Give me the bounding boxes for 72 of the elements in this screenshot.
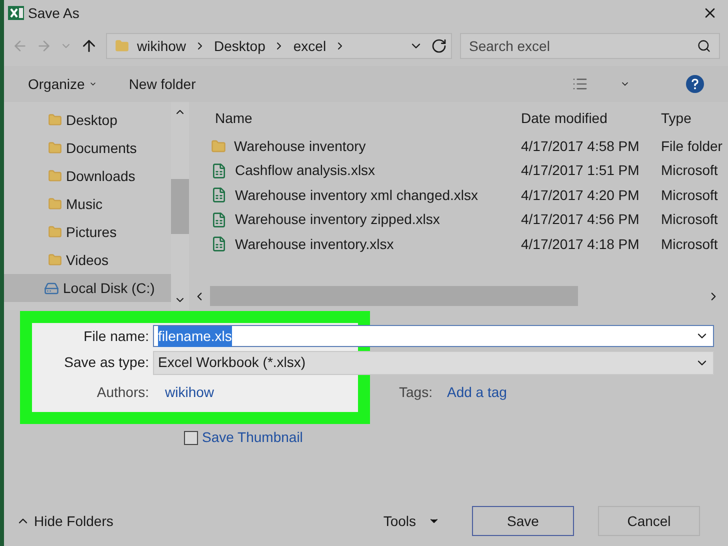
sidebar-item[interactable]: Documents — [4, 134, 171, 162]
file-type: Microsoft — [661, 186, 718, 205]
column-header[interactable]: Name — [215, 108, 521, 128]
selected-text: filename.xls — [158, 326, 232, 346]
scroll-thumb[interactable] — [171, 178, 189, 234]
checkbox[interactable] — [184, 430, 198, 444]
drive-icon — [44, 280, 59, 296]
file-type: Microsoft — [661, 234, 718, 254]
file-date: 4/17/2017 4:18 PM — [521, 234, 640, 254]
new-folder-button[interactable]: New folder — [128, 74, 196, 94]
file-date: 4/17/2017 1:51 PM — [521, 161, 640, 180]
sidebar-item[interactable]: Pictures — [4, 218, 171, 246]
field-label: Authors: — [96, 382, 149, 402]
field-label: File name: — [82, 326, 149, 346]
save-thumbnail-checkbox[interactable]: Save Thumbnail — [184, 427, 303, 448]
folder-icon — [48, 225, 62, 239]
file-type: Microsoft — [661, 210, 718, 230]
save-button[interactable]: Save — [472, 506, 574, 536]
refresh-icon[interactable] — [431, 38, 447, 54]
spreadsheet-icon — [211, 212, 227, 228]
breadcrumb-item[interactable]: wikihow — [137, 36, 186, 56]
search-icon[interactable] — [697, 39, 711, 53]
spreadsheet-icon — [211, 187, 227, 204]
file-date: 4/17/2017 4:56 PM — [521, 210, 640, 230]
folder-icon — [48, 113, 62, 127]
save-type-dropdown[interactable]: Excel Workbook (*.xlsx) — [153, 350, 714, 374]
file-name[interactable]: Warehouse inventory zipped.xlsx — [235, 209, 440, 230]
spreadsheet-icon — [211, 162, 227, 179]
column-header[interactable]: Type — [661, 108, 692, 128]
file-date: 4/17/2017 4:20 PM — [521, 186, 640, 205]
add-tag-link[interactable]: Add a tag — [447, 382, 507, 402]
sidebar-item[interactable]: Videos — [4, 246, 171, 274]
cancel-button[interactable]: Cancel — [598, 506, 700, 536]
field-label: Tags: — [399, 382, 434, 402]
file-date: 4/17/2017 4:58 PM — [521, 136, 640, 156]
authors-link[interactable]: wikihow — [165, 382, 395, 402]
help-icon[interactable] — [686, 75, 704, 93]
file-name[interactable]: Cashflow analysis.xlsx — [235, 160, 376, 182]
sidebar-item[interactable]: Music — [4, 190, 171, 218]
address-bar[interactable]: wikihow Desktop excel — [106, 33, 452, 59]
search-field[interactable]: Search excel — [460, 33, 720, 59]
window-title: Save As — [28, 4, 80, 22]
file-type: Microsoft — [661, 161, 718, 180]
tools-button[interactable]: Tools — [383, 510, 440, 532]
spreadsheet-icon — [211, 236, 227, 252]
caret-icon — [88, 80, 97, 88]
folder-icon — [211, 138, 226, 154]
folder-icon — [48, 253, 62, 267]
file-name[interactable]: Warehouse inventory — [234, 136, 366, 157]
folder-icon — [48, 141, 62, 155]
sidebar-item[interactable]: Downloads — [4, 162, 171, 190]
breadcrumb-item[interactable]: Desktop — [214, 36, 266, 56]
folder-icon — [115, 39, 129, 53]
organize-button[interactable]: Organize — [28, 74, 97, 94]
view-list-icon[interactable] — [572, 76, 588, 92]
sidebar-item[interactable]: Local Disk (C:) — [4, 274, 171, 302]
up-icon[interactable] — [80, 37, 98, 55]
file-name-field[interactable]: filename.xls — [153, 325, 714, 347]
file-name[interactable]: Warehouse inventory.xlsx — [235, 234, 394, 255]
field-label: Save as type: — [63, 353, 149, 372]
file-type: File folder — [661, 136, 722, 156]
sidebar-scrollbar[interactable] — [171, 102, 189, 310]
file-name[interactable]: Warehouse inventory xml changed.xlsx — [235, 184, 478, 206]
excel-logo-icon — [8, 5, 24, 21]
scroll-thumb[interactable] — [210, 286, 578, 306]
breadcrumb-item[interactable]: excel — [293, 36, 326, 56]
column-header[interactable]: Date modified — [521, 108, 661, 128]
folder-icon — [48, 169, 62, 183]
folder-icon — [48, 197, 62, 211]
search-input[interactable]: Search excel — [469, 36, 697, 56]
hide-folders-button[interactable]: Hide Folders — [16, 510, 114, 532]
sidebar-item[interactable]: Desktop — [4, 106, 171, 134]
